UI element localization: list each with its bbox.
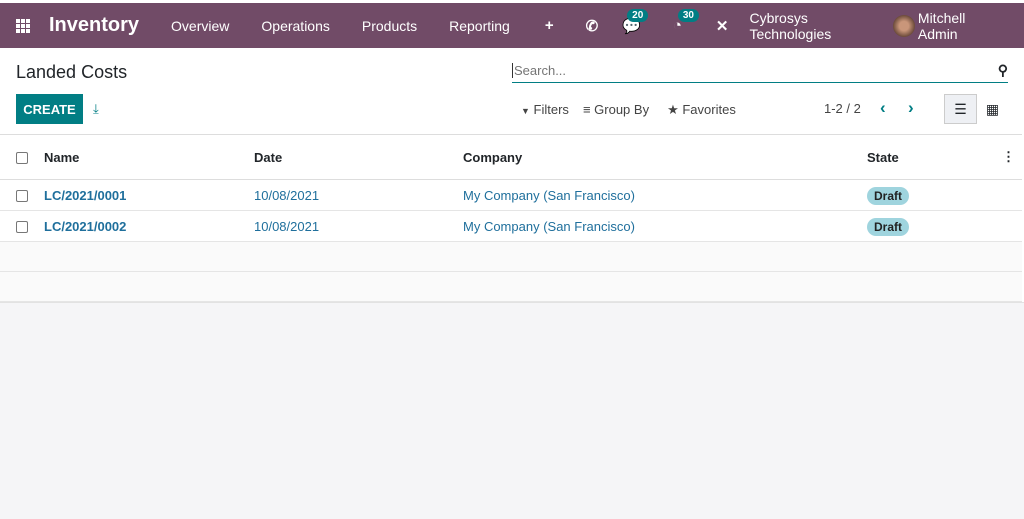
search-icon[interactable]: ⚲ bbox=[998, 62, 1008, 79]
row-checkbox[interactable] bbox=[16, 221, 28, 234]
tools-icon[interactable]: ✕ bbox=[705, 17, 740, 35]
menu-overview[interactable]: Overview bbox=[155, 18, 245, 34]
favorites-label: Favorites bbox=[682, 102, 736, 117]
group-by-button[interactable]: ≡ Group By bbox=[583, 102, 649, 118]
empty-row bbox=[0, 241, 1022, 272]
header-company[interactable]: Company bbox=[463, 134, 867, 180]
filter-icon: ▼ bbox=[521, 106, 530, 116]
company-switcher[interactable]: Cybrosys Technologies bbox=[750, 10, 893, 42]
row-company: My Company (San Francisco) bbox=[463, 179, 867, 211]
select-all-checkbox[interactable] bbox=[16, 152, 28, 165]
pager-value[interactable]: 1-2 / 2 bbox=[824, 101, 861, 116]
messages-icon[interactable]: 💬 20 bbox=[611, 8, 652, 35]
page-title: Landed Costs bbox=[16, 62, 128, 82]
table-header: Name Date Company State ⋮ bbox=[0, 134, 1022, 180]
landed-costs-table: Name Date Company State ⋮ LC/2021/0001 1… bbox=[0, 134, 1022, 302]
activities-icon[interactable]: ◔ 30 bbox=[662, 9, 699, 34]
table-row[interactable]: LC/2021/0002 10/08/2021 My Company (San … bbox=[0, 210, 1022, 242]
user-menu[interactable]: Mitchell Admin bbox=[892, 9, 1008, 42]
row-date: 10/08/2021 bbox=[254, 179, 463, 211]
menu-products[interactable]: Products bbox=[346, 18, 433, 34]
app-title[interactable]: Inventory bbox=[49, 14, 139, 37]
plus-icon[interactable]: + bbox=[534, 17, 565, 34]
menu-reporting[interactable]: Reporting bbox=[433, 18, 526, 34]
favorites-button[interactable]: ★ Favorites bbox=[667, 102, 736, 118]
create-button[interactable]: CREATE bbox=[16, 94, 83, 124]
user-name: Mitchell Admin bbox=[917, 9, 966, 42]
chevron-right-icon[interactable]: › bbox=[908, 98, 914, 118]
menu-operations[interactable]: Operations bbox=[245, 18, 345, 34]
filters-label: Filters bbox=[533, 102, 569, 117]
search-bar: ⚲ bbox=[512, 58, 1008, 83]
header-date[interactable]: Date bbox=[254, 134, 463, 180]
group-by-label: Group By bbox=[594, 102, 650, 117]
kanban-view-icon[interactable]: ▦ bbox=[976, 94, 1009, 124]
apps-menu-icon[interactable] bbox=[16, 18, 30, 33]
download-icon[interactable]: ⤓ bbox=[93, 101, 99, 117]
status-badge: Draft bbox=[867, 186, 910, 205]
table-row[interactable]: LC/2021/0001 10/08/2021 My Company (San … bbox=[0, 179, 1022, 211]
row-date: 10/08/2021 bbox=[254, 210, 463, 242]
empty-row bbox=[0, 271, 1022, 302]
messages-badge: 20 bbox=[627, 8, 649, 22]
list-view-icon[interactable]: ☰ bbox=[944, 94, 977, 124]
activities-badge: 30 bbox=[677, 9, 699, 22]
column-options-icon[interactable]: ⋮ bbox=[1002, 134, 1022, 180]
star-icon: ★ bbox=[667, 102, 679, 117]
avatar bbox=[892, 14, 915, 37]
chevron-left-icon[interactable]: ‹ bbox=[880, 98, 886, 118]
header-state[interactable]: State bbox=[867, 134, 1002, 180]
header-name[interactable]: Name bbox=[44, 134, 254, 180]
row-checkbox[interactable] bbox=[16, 190, 28, 203]
row-name[interactable]: LC/2021/0002 bbox=[44, 219, 126, 234]
phone-icon[interactable]: ✆ bbox=[575, 17, 610, 35]
row-name[interactable]: LC/2021/0001 bbox=[44, 188, 126, 203]
content-background bbox=[0, 302, 1024, 519]
top-navbar: Inventory Overview Operations Products R… bbox=[0, 3, 1024, 48]
search-input[interactable] bbox=[512, 62, 998, 78]
group-by-icon: ≡ bbox=[582, 102, 591, 117]
status-badge: Draft bbox=[867, 217, 910, 236]
row-company: My Company (San Francisco) bbox=[463, 210, 867, 242]
filters-button[interactable]: ▼ Filters bbox=[521, 102, 569, 118]
